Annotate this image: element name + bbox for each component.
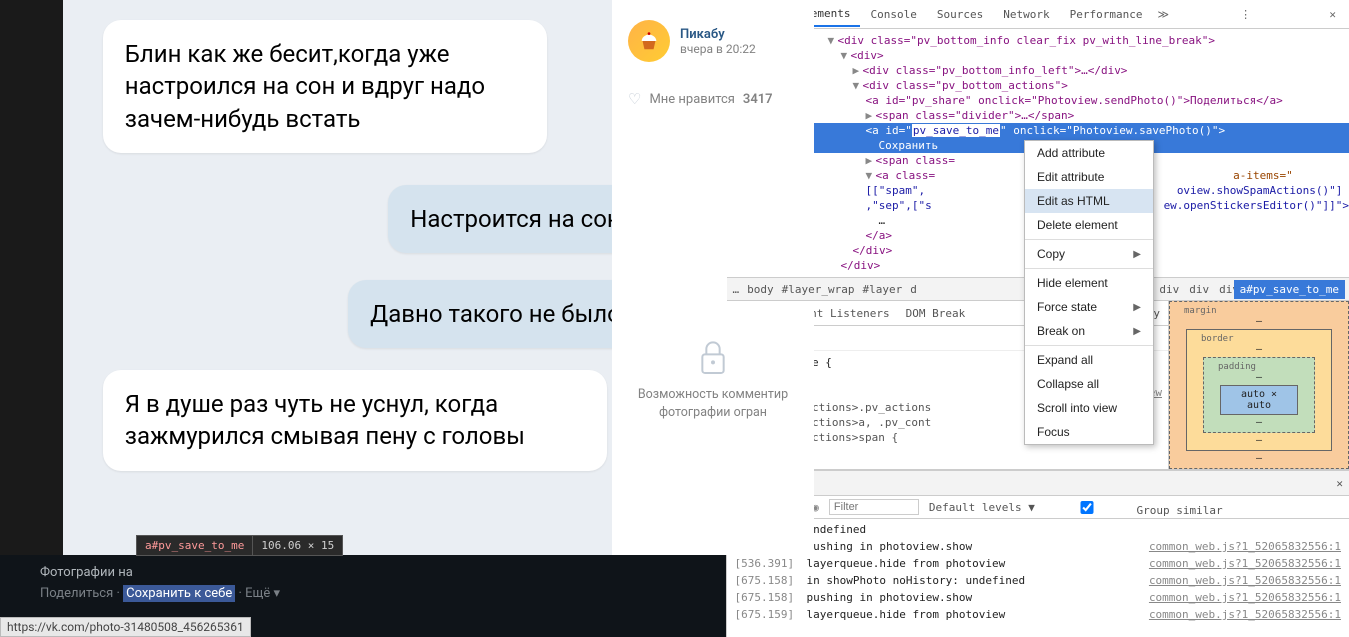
log-levels[interactable]: Default levels ▼ — [929, 501, 1035, 514]
box-content: auto × auto — [1220, 385, 1298, 415]
status-url: https://vk.com/photo-31480508_456265361 — [0, 617, 251, 637]
tabs-more[interactable]: ≫ — [1157, 8, 1169, 21]
ctx-expand-all[interactable]: Expand all — [1025, 348, 1153, 372]
context-menu: Add attribute Edit attribute Edit as HTM… — [1024, 140, 1154, 445]
like-count: 3417 — [743, 92, 773, 107]
ctx-collapse-all[interactable]: Collapse all — [1025, 372, 1153, 396]
log-row: [536.391]pushing in photoview.showcommon… — [727, 538, 1349, 555]
crumb[interactable]: #layer_wrap — [782, 283, 855, 296]
dom-text: … — [879, 214, 886, 227]
action-save[interactable]: Сохранить к себе — [123, 585, 235, 602]
chat-msg-1: Блин как же бесит,когда уже настроился н… — [103, 20, 547, 153]
crumb[interactable]: div — [1159, 283, 1179, 296]
chat-msg-4: Я в душе раз чуть не уснул, когда зажмур… — [103, 370, 607, 471]
devtools-close-icon[interactable]: ✕ — [1323, 8, 1343, 21]
dom-node-selected[interactable]: <a id="pv_save_to_me" onclick="Photoview… — [727, 123, 1349, 138]
crumb-overflow[interactable]: … — [733, 283, 740, 296]
chat-msg-3: Давно такого не было — [348, 280, 643, 348]
log-row: [675.159]layerqueue.hide from photoviewc… — [727, 606, 1349, 623]
hover-dimensions: 106.06 × 15 — [253, 535, 343, 556]
log-row: [536.391]layerqueue.hide from photoviewc… — [727, 555, 1349, 572]
dom-node[interactable]: <span class= — [876, 154, 955, 167]
ctx-add-attribute[interactable]: Add attribute — [1025, 141, 1153, 165]
box-model[interactable]: margin– border– padding– auto × auto – –… — [1169, 301, 1349, 469]
ctx-break-on[interactable]: Break on▶ — [1025, 319, 1153, 343]
dom-text: [["spam", — [866, 184, 926, 197]
dom-node[interactable]: <span class="divider">…</span> — [876, 109, 1075, 122]
dom-node: </div> — [841, 259, 881, 272]
log-row: [675.158]pushing in photoview.showcommon… — [727, 589, 1349, 606]
chat-screenshot: Блин как же бесит,когда уже настроился н… — [63, 0, 663, 555]
computed-box: margin– border– padding– auto × auto – –… — [1168, 301, 1349, 469]
action-share[interactable]: Поделиться — [40, 586, 113, 601]
dom-node[interactable]: <a id="pv_share" onclick="Photoview.send… — [866, 94, 1283, 107]
ctx-delete-element[interactable]: Delete element — [1025, 213, 1153, 237]
dom-node[interactable]: <div class="pv_bottom_info clear_fix pv_… — [838, 34, 1216, 47]
dom-node: </div> — [853, 244, 893, 257]
devtools-menu-icon[interactable]: ⋮ — [1234, 8, 1258, 21]
dom-text: Сохранить — [879, 139, 939, 152]
crumb[interactable]: body — [747, 283, 774, 296]
console-log[interactable]: undefined [536.391]pushing in photoview.… — [727, 519, 1349, 637]
post-date: вчера в 20:22 — [680, 42, 756, 56]
lock-text-1: Возможность комментир — [628, 386, 798, 404]
ctx-copy[interactable]: Copy▶ — [1025, 242, 1153, 266]
log-row: [675.158]in showPhoto noHistory: undefin… — [727, 572, 1349, 589]
dom-node: </a> — [866, 229, 893, 242]
console-close-icon[interactable]: ✕ — [1336, 477, 1343, 490]
lock-text-2: фотографии огран — [628, 404, 798, 422]
heart-icon[interactable]: ♡ — [628, 90, 641, 108]
crumb[interactable]: d — [910, 283, 917, 296]
hover-element: a#pv_save_to_me — [136, 535, 253, 556]
styles-tab-dom-breakpoints[interactable]: DOM Break — [898, 303, 974, 324]
ctx-focus[interactable]: Focus — [1025, 420, 1153, 444]
element-hover-badge: a#pv_save_to_me 106.06 × 15 — [136, 535, 343, 556]
ctx-hide-element[interactable]: Hide element — [1025, 271, 1153, 295]
ctx-force-state[interactable]: Force state▶ — [1025, 295, 1153, 319]
log-row: undefined — [727, 521, 1349, 538]
chat-msg-2: Настроится на сон — [388, 185, 643, 253]
action-more[interactable]: Ещё — [245, 586, 270, 601]
avatar[interactable] — [628, 20, 670, 62]
console-drawer-header: ⋮ Console ✕ — [727, 470, 1349, 496]
crumb[interactable]: div — [1189, 283, 1209, 296]
tab-network[interactable]: Network — [994, 3, 1058, 26]
ctx-scroll-into-view[interactable]: Scroll into view — [1025, 396, 1153, 420]
dom-node[interactable]: <div class="pv_bottom_actions"> — [863, 79, 1068, 92]
crumb[interactable]: #layer — [863, 283, 903, 296]
tab-performance[interactable]: Performance — [1061, 3, 1152, 26]
tab-console[interactable]: Console — [862, 3, 926, 26]
crumb-active[interactable]: a#pv_save_to_me — [1234, 280, 1345, 299]
vk-photo-viewer: Блин как же бесит,когда уже настроился н… — [0, 0, 726, 637]
console-toolbar: ◧ ⊘ top▼ ◉ Default levels ▼ Group simila… — [727, 496, 1349, 519]
author-info: Пикабу вчера в 20:22 — [680, 27, 756, 56]
like-label: Мне нравится — [649, 92, 734, 107]
tab-sources[interactable]: Sources — [928, 3, 992, 26]
ctx-edit-as-html[interactable]: Edit as HTML — [1025, 189, 1153, 213]
like-row[interactable]: ♡ Мне нравится 3417 — [628, 90, 798, 108]
dom-node[interactable]: <div class="pv_bottom_info_left">…</div> — [863, 64, 1128, 77]
cupcake-icon — [638, 30, 660, 52]
group-similar[interactable]: Group similar — [1045, 498, 1223, 517]
dom-node[interactable]: <div> — [851, 49, 884, 62]
author-name[interactable]: Пикабу — [680, 27, 756, 42]
ctx-edit-attribute[interactable]: Edit attribute — [1025, 165, 1153, 189]
photo-caption: Фотографии на — [40, 565, 696, 580]
dom-node[interactable]: <a class= — [876, 169, 936, 182]
lock-icon — [697, 338, 729, 376]
photo-actions: Поделиться · Сохранить к себе · Ещё ▾ — [40, 586, 696, 601]
root: Блин как же бесит,когда уже настроился н… — [0, 0, 1349, 637]
devtools-tabs: Elements Console Sources Network Perform… — [727, 0, 1349, 29]
dom-text: ,"sep",["s — [866, 199, 932, 212]
comments-locked: Возможность комментир фотографии огран — [628, 338, 798, 421]
console-filter-input[interactable] — [829, 499, 919, 515]
author-block[interactable]: Пикабу вчера в 20:22 — [628, 20, 798, 62]
